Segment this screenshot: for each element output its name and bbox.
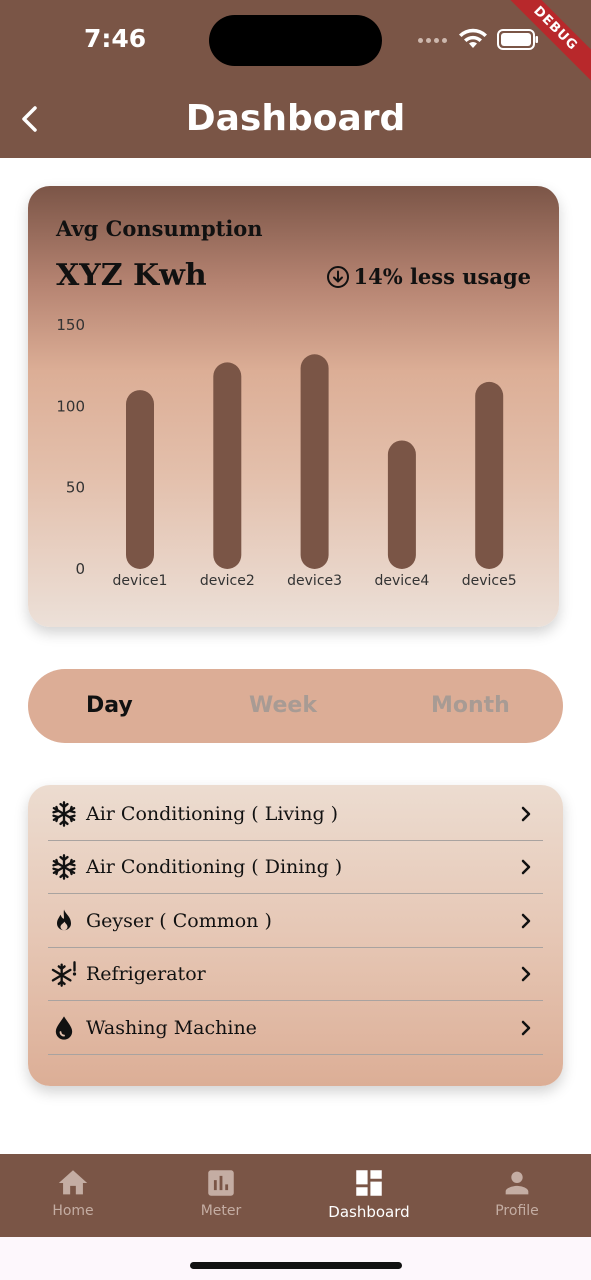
usage-indicator: 14% less usage — [326, 264, 531, 289]
x-tick-label: device3 — [287, 573, 342, 589]
consumption-bar-chart: 0 50 100 150 device1 device2 device3 device4 dev… — [56, 316, 517, 589]
x-tick-label: device5 — [462, 573, 517, 589]
device-label: Air Conditioning ( Living ) — [86, 802, 339, 825]
tab-week[interactable]: Week — [249, 693, 317, 718]
x-tick-label: device4 — [374, 573, 429, 589]
app-bar: 7:46 DEBUG Dashboard — [0, 0, 591, 158]
bar-device5[interactable] — [475, 381, 504, 569]
list-item[interactable]: Refrigerator — [48, 947, 543, 1001]
dashboard-icon — [356, 1170, 382, 1196]
bar-device3[interactable] — [300, 354, 329, 569]
nav-profile[interactable]: Profile — [462, 1154, 572, 1237]
list-item[interactable]: Air Conditioning ( Living ) — [48, 787, 543, 841]
nav-dashboard[interactable]: Dashboard — [314, 1154, 424, 1237]
signal-icon — [418, 38, 447, 43]
chevron-right-icon — [521, 1020, 531, 1035]
home-indicator-area — [0, 1237, 591, 1280]
bar-chart-icon — [208, 1170, 234, 1196]
page-title: Dashboard — [185, 98, 406, 139]
arrow-down-circle-icon — [327, 265, 350, 288]
list-item[interactable]: Geyser ( Common ) — [48, 894, 543, 948]
usage-text: 14% less usage — [353, 264, 531, 289]
nav-label: Dashboard — [328, 1203, 410, 1221]
bottom-nav: Home Meter Dashboard Profile — [0, 1154, 591, 1237]
home-icon — [58, 1170, 88, 1195]
consumption-value: XYZ Kwh — [56, 258, 207, 293]
water-drop-icon — [49, 1013, 79, 1043]
y-tick-label: 50 — [66, 479, 85, 497]
nav-meter[interactable]: Meter — [166, 1154, 276, 1237]
list-item[interactable]: Air Conditioning ( Dining ) — [48, 840, 543, 894]
bar-device2[interactable] — [213, 362, 242, 569]
snowflake-alert-icon — [49, 959, 79, 989]
wifi-icon — [459, 28, 487, 48]
y-tick-label: 100 — [56, 397, 85, 415]
snowflake-icon — [49, 852, 79, 882]
status-time: 7:46 — [84, 24, 147, 53]
bar-device1[interactable] — [126, 390, 154, 569]
person-icon — [505, 1171, 529, 1195]
y-tick-label: 150 — [56, 316, 85, 334]
snowflake-icon — [49, 799, 79, 829]
x-tick-label: device1 — [113, 573, 168, 589]
chevron-right-icon — [521, 806, 531, 821]
nav-label: Meter — [200, 1203, 242, 1219]
list-item[interactable]: Washing Machine — [48, 1001, 543, 1055]
chevron-right-icon — [521, 859, 531, 874]
home-indicator — [190, 1262, 402, 1269]
nav-home[interactable]: Home — [18, 1154, 128, 1237]
device-label: Refrigerator — [86, 962, 206, 985]
device-label: Geyser ( Common ) — [86, 909, 272, 932]
consumption-label: Avg Consumption — [56, 216, 263, 241]
tab-month[interactable]: Month — [431, 693, 510, 718]
dynamic-island — [209, 15, 382, 66]
nav-label: Profile — [495, 1203, 539, 1219]
period-selector: Day Week Month — [28, 669, 563, 743]
consumption-card: 0 50 100 150 device1 device2 device3 device4 dev… — [28, 186, 559, 627]
device-label: Washing Machine — [86, 1016, 257, 1039]
device-list: Air Conditioning ( Living ) Air Conditio… — [28, 785, 563, 1086]
chevron-right-icon — [521, 966, 531, 981]
device-label: Air Conditioning ( Dining ) — [86, 855, 343, 878]
tab-day[interactable]: Day — [86, 693, 133, 718]
nav-label: Home — [52, 1203, 94, 1219]
battery-icon — [497, 29, 538, 50]
flame-icon — [49, 906, 79, 936]
chevron-right-icon — [521, 913, 531, 928]
bar-device4[interactable] — [387, 440, 416, 569]
x-tick-label: device2 — [200, 573, 255, 589]
y-tick-label: 0 — [75, 560, 85, 578]
